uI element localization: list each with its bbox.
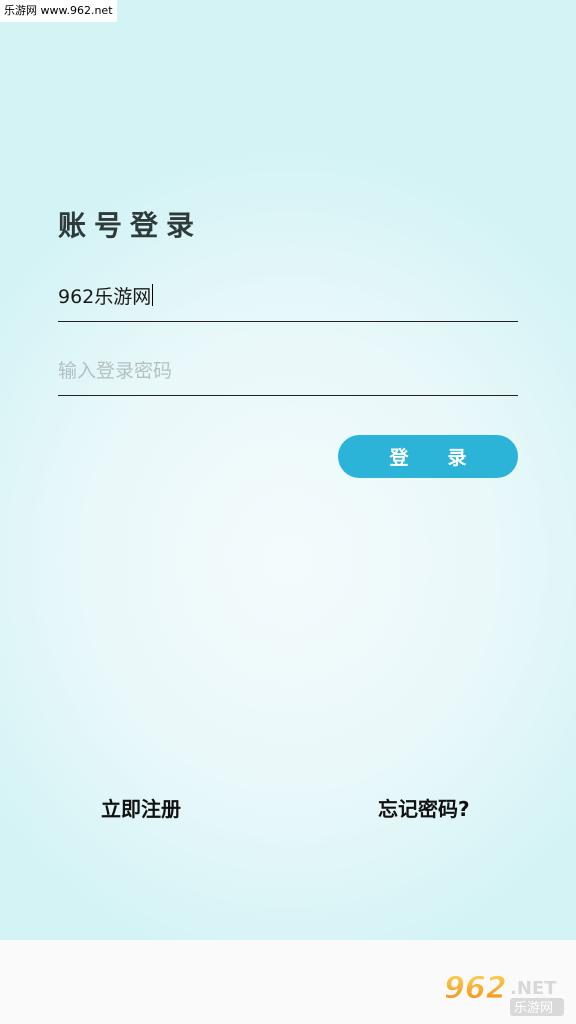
login-button-char-1: 登 xyxy=(389,447,409,469)
logo-suffix-text: .NET xyxy=(510,978,557,999)
password-field[interactable]: 输入登录密码 xyxy=(58,356,518,396)
logo-main-text: 962 xyxy=(444,971,507,1006)
username-input[interactable]: 962乐游网 xyxy=(58,282,154,312)
password-input[interactable]: 输入登录密码 xyxy=(58,356,172,386)
login-button-char-2: 录 xyxy=(447,447,467,469)
site-logo: 962 .NET 乐游网 xyxy=(444,971,564,1016)
text-cursor xyxy=(152,284,154,306)
forgot-password-link[interactable]: 忘记密码? xyxy=(378,793,470,822)
login-button[interactable]: 登 录 xyxy=(338,435,518,478)
watermark-label: 乐游网 www.962.net xyxy=(0,0,117,22)
logo-sub-text: 乐游网 xyxy=(514,1001,553,1016)
page-title: 账号登录 xyxy=(58,209,203,242)
register-link[interactable]: 立即注册 xyxy=(101,793,181,822)
username-field[interactable]: 962乐游网 xyxy=(58,282,518,322)
username-value: 962乐游网 xyxy=(58,286,152,308)
